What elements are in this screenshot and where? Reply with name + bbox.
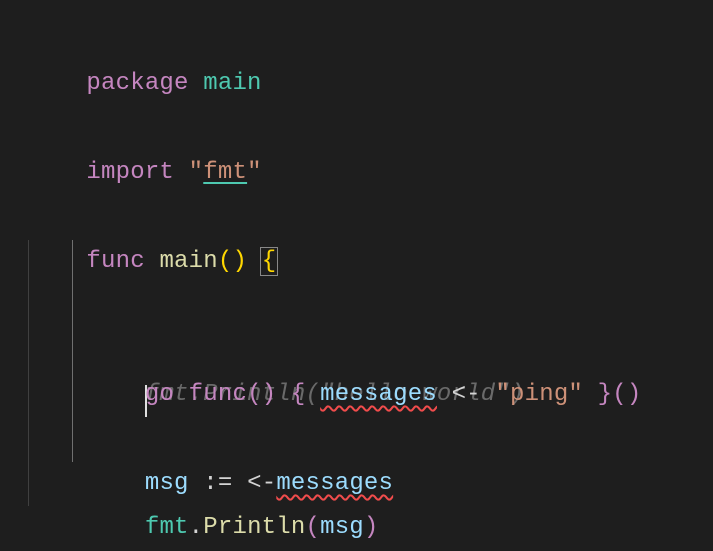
code-line[interactable]: go func() { messages <- "ping" }(): [28, 329, 713, 373]
code-line[interactable]: package main: [28, 18, 713, 62]
current-line-highlight: [28, 284, 713, 328]
code-line[interactable]: msg := <-messages: [28, 418, 713, 462]
code-line-blank[interactable]: [28, 373, 713, 417]
code-editor[interactable]: package main import "fmt" func main() { …: [0, 0, 713, 551]
code-line[interactable]: func main() {: [28, 196, 713, 240]
code-line-suggestion[interactable]: fmt.Println("hello world"): [28, 284, 713, 328]
code-line[interactable]: fmt.Println(msg): [28, 462, 713, 506]
code-line-blank[interactable]: [28, 151, 713, 195]
code-line[interactable]: import "fmt": [28, 107, 713, 151]
code-line[interactable]: }: [28, 506, 713, 550]
code-line-blank[interactable]: [28, 62, 713, 106]
code-line-blank[interactable]: [28, 240, 713, 284]
